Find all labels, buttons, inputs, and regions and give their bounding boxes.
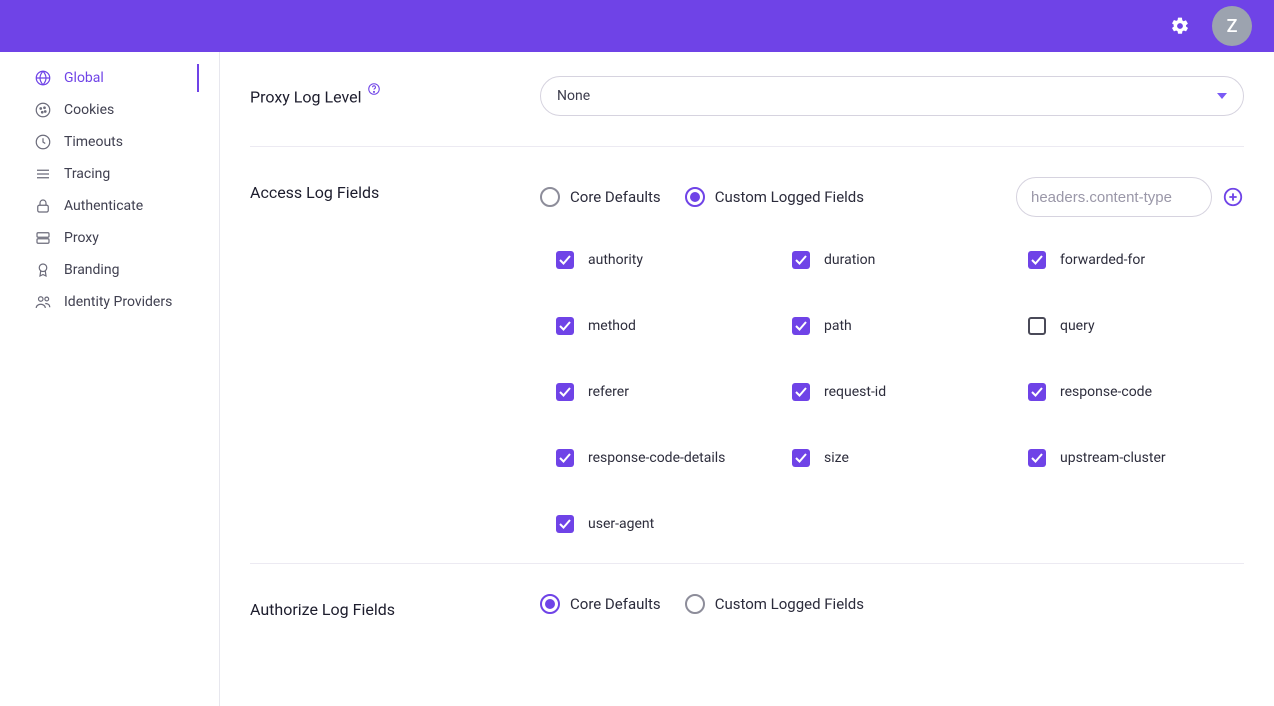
authorize-log-radio-group: Core Defaults Custom Logged Fields (540, 594, 1244, 614)
clock-icon (34, 133, 52, 151)
add-field-input[interactable] (1016, 177, 1212, 217)
field-label: method (588, 318, 636, 334)
cookie-icon (34, 101, 52, 119)
section-proxy-log-level: Proxy Log Level None (250, 52, 1244, 146)
checkbox-checked-icon (556, 449, 574, 467)
field-label: user-agent (588, 516, 654, 532)
field-referer[interactable]: referer (556, 383, 772, 401)
field-label: size (824, 450, 849, 466)
field-forwarded-for[interactable]: forwarded-for (1028, 251, 1244, 269)
field-size[interactable]: size (792, 449, 1008, 467)
radio-label: Custom Logged Fields (715, 188, 864, 206)
checkbox-unchecked-icon (1028, 317, 1046, 335)
sidebar-item-authenticate[interactable]: Authenticate (0, 190, 219, 222)
access-log-fields-grid: authority duration forwarded-for method (540, 251, 1244, 533)
sidebar-item-label: Tracing (64, 166, 110, 182)
settings-gear-icon[interactable] (1170, 16, 1190, 36)
sidebar-item-branding[interactable]: Branding (0, 254, 219, 286)
field-label: response-code-details (588, 450, 725, 466)
label-text: Authorize Log Fields (250, 600, 395, 619)
checkbox-checked-icon (1028, 251, 1046, 269)
sidebar-item-cookies[interactable]: Cookies (0, 94, 219, 126)
sidebar-item-label: Branding (64, 262, 119, 278)
user-avatar[interactable]: Z (1212, 6, 1252, 46)
field-label: referer (588, 384, 629, 400)
checkbox-checked-icon (792, 251, 810, 269)
sidebar-item-tracing[interactable]: Tracing (0, 158, 219, 190)
settings-sidebar: Global Cookies Timeouts Tracing Authenti… (0, 52, 220, 706)
users-icon (34, 293, 52, 311)
sidebar-item-label: Cookies (64, 102, 114, 118)
caret-down-icon (1217, 93, 1227, 99)
checkbox-checked-icon (556, 317, 574, 335)
field-request-id[interactable]: request-id (792, 383, 1008, 401)
radio-authorize-core-defaults[interactable]: Core Defaults (540, 594, 661, 614)
help-icon[interactable] (367, 82, 381, 96)
section-access-log-fields: Access Log Fields Core Defaults Custom L… (250, 146, 1244, 563)
server-icon (34, 229, 52, 247)
sidebar-item-label: Proxy (64, 230, 99, 246)
avatar-initial: Z (1227, 16, 1238, 37)
field-query[interactable]: query (1028, 317, 1244, 335)
radio-custom-logged-fields[interactable]: Custom Logged Fields (685, 187, 864, 207)
add-field-group (1016, 177, 1244, 217)
checkbox-checked-icon (792, 317, 810, 335)
sidebar-item-label: Authenticate (64, 198, 143, 214)
checkbox-checked-icon (1028, 383, 1046, 401)
checkbox-checked-icon (556, 251, 574, 269)
sidebar-item-identity-providers[interactable]: Identity Providers (0, 286, 219, 318)
sidebar-item-label: Global (64, 70, 104, 86)
sidebar-item-global[interactable]: Global (0, 62, 219, 94)
checkbox-checked-icon (556, 383, 574, 401)
lock-icon (34, 197, 52, 215)
field-label: upstream-cluster (1060, 450, 1166, 466)
settings-main: Proxy Log Level None Access Log Fields (220, 52, 1274, 706)
sidebar-item-label: Timeouts (64, 134, 123, 150)
award-icon (34, 261, 52, 279)
label-text: Access Log Fields (250, 183, 379, 202)
field-label: response-code (1060, 384, 1152, 400)
authorize-log-fields-label: Authorize Log Fields (250, 594, 540, 619)
access-log-radio-group: Core Defaults Custom Logged Fields (540, 187, 864, 207)
radio-authorize-custom-logged-fields[interactable]: Custom Logged Fields (685, 594, 864, 614)
field-response-code[interactable]: response-code (1028, 383, 1244, 401)
field-method[interactable]: method (556, 317, 772, 335)
proxy-log-level-select[interactable]: None (540, 76, 1244, 116)
field-response-code-details[interactable]: response-code-details (556, 449, 772, 467)
field-label: duration (824, 252, 875, 268)
list-icon (34, 165, 52, 183)
checkbox-checked-icon (1028, 449, 1046, 467)
label-text: Proxy Log Level (250, 87, 362, 106)
section-authorize-log-fields: Authorize Log Fields Core Defaults Custo… (250, 563, 1244, 649)
checkbox-checked-icon (792, 449, 810, 467)
radio-core-defaults[interactable]: Core Defaults (540, 187, 661, 207)
field-authority[interactable]: authority (556, 251, 772, 269)
top-header: Z (0, 0, 1274, 52)
radio-label: Core Defaults (570, 595, 661, 613)
field-label: request-id (824, 384, 886, 400)
field-duration[interactable]: duration (792, 251, 1008, 269)
radio-label: Core Defaults (570, 188, 661, 206)
select-value: None (557, 88, 590, 104)
sidebar-item-label: Identity Providers (64, 294, 172, 310)
field-label: query (1060, 318, 1095, 334)
radio-label: Custom Logged Fields (715, 595, 864, 613)
checkbox-checked-icon (556, 515, 574, 533)
field-label: forwarded-for (1060, 252, 1145, 268)
access-log-fields-label: Access Log Fields (250, 177, 540, 533)
globe-icon (34, 69, 52, 87)
field-label: authority (588, 252, 643, 268)
sidebar-item-proxy[interactable]: Proxy (0, 222, 219, 254)
checkbox-checked-icon (792, 383, 810, 401)
field-label: path (824, 318, 852, 334)
field-user-agent[interactable]: user-agent (556, 515, 772, 533)
field-upstream-cluster[interactable]: upstream-cluster (1028, 449, 1244, 467)
sidebar-item-timeouts[interactable]: Timeouts (0, 126, 219, 158)
proxy-log-level-label: Proxy Log Level (250, 76, 540, 116)
add-field-button[interactable] (1222, 186, 1244, 208)
field-path[interactable]: path (792, 317, 1008, 335)
